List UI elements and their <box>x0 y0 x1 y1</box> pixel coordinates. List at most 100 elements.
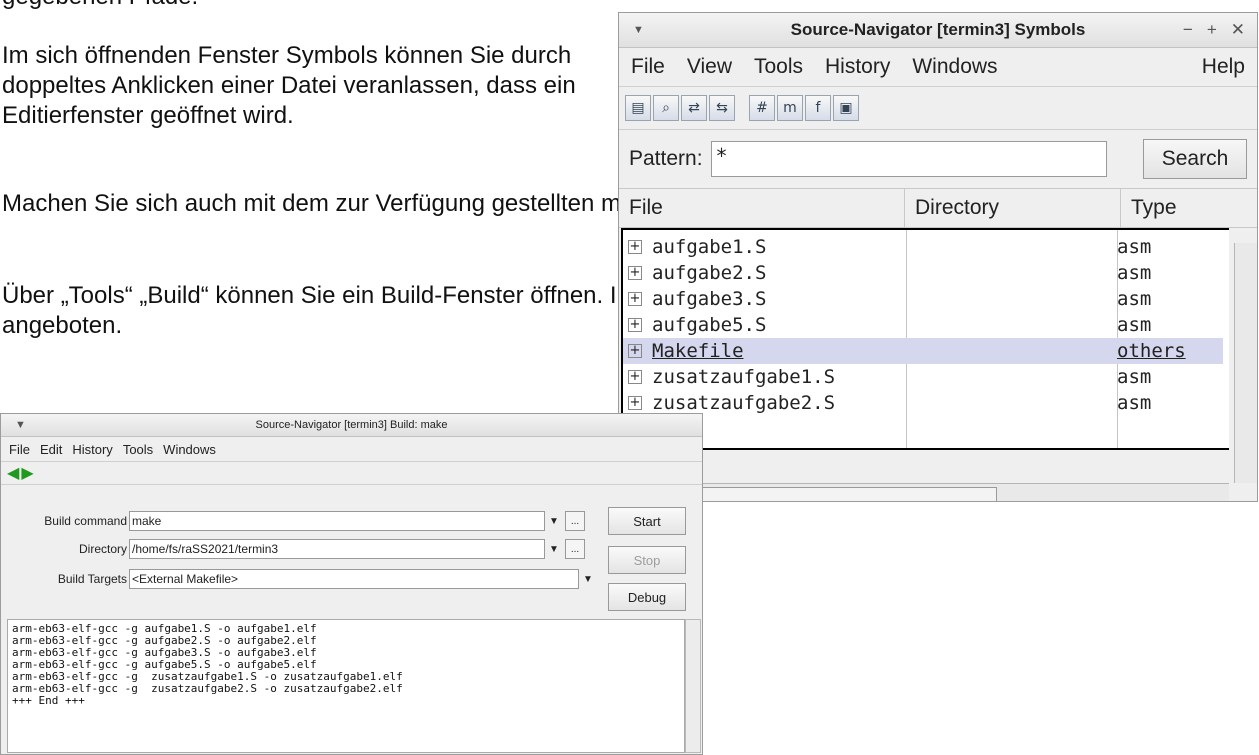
build-targets-label: Build Targets <box>57 572 127 586</box>
menu-help[interactable]: Help <box>1202 55 1245 79</box>
symbols-menubar: File View Tools History Windows Help <box>619 48 1257 87</box>
file-type: asm <box>1117 236 1152 258</box>
pattern-input[interactable]: * <box>710 141 1107 177</box>
list-item[interactable]: + aufgabe5.S asm <box>623 312 1223 338</box>
minimize-icon[interactable]: − <box>1183 20 1193 39</box>
window-menu-icon[interactable]: ▼ <box>633 13 644 47</box>
search-button[interactable]: Search <box>1143 139 1247 179</box>
list-item[interactable]: + aufgabe3.S asm <box>623 286 1223 312</box>
menu-edit[interactable]: Edit <box>40 442 62 457</box>
editor-icon[interactable]: ▣ <box>833 95 859 121</box>
directory-row: Directory /home/fs/raSS2021/termin3 ▼ ..… <box>1 538 585 560</box>
output-line: +++ End +++ <box>12 694 85 707</box>
doc-paragraph-1-text: Im sich öffnenden Fenster Symbols können… <box>2 42 576 129</box>
debug-button[interactable]: Debug <box>608 583 686 611</box>
menu-windows[interactable]: Windows <box>163 442 216 457</box>
menu-tools[interactable]: Tools <box>123 442 153 457</box>
file-name: zusatzaufgabe2.S <box>652 392 836 414</box>
menu-view[interactable]: View <box>687 55 732 79</box>
pattern-row: Pattern: * Search <box>619 130 1257 188</box>
file-type: asm <box>1117 392 1152 414</box>
xref-icon[interactable]: ⇄ <box>681 95 707 121</box>
expand-icon[interactable]: + <box>628 344 642 358</box>
build-window-title: Source-Navigator [termin3] Build: make <box>255 419 448 431</box>
file-type: asm <box>1117 314 1152 336</box>
symbols-toolbar: ▤ ⌕ ⇄ ⇆ # m f ▣ <box>619 87 1257 130</box>
chevron-down-icon[interactable]: ▼ <box>547 511 561 531</box>
hierarchy-icon[interactable]: ▤ <box>625 95 651 121</box>
build-targets-row: Build Targets <External Makefile> ▼ <box>1 568 595 590</box>
maximize-icon[interactable]: + <box>1207 20 1217 39</box>
symbol-list: + aufgabe1.S asm + aufgabe2.S asm + aufgabe3.… <box>621 228 1229 450</box>
class-icon[interactable]: m <box>777 95 803 121</box>
start-button[interactable]: Start <box>608 507 686 535</box>
file-type: others <box>1117 340 1186 362</box>
file-type: asm <box>1117 288 1152 310</box>
expand-icon[interactable]: + <box>628 396 642 410</box>
output-line: arm-eb63-elf-gcc -g zusatzaufgabe2.S -o … <box>12 682 403 695</box>
list-item[interactable]: + zusatzaufgabe2.S asm <box>623 390 1223 416</box>
function-icon[interactable]: f <box>805 95 831 121</box>
menu-file[interactable]: File <box>9 442 30 457</box>
doc-paragraph-symbols: Im sich öffnenden Fenster Symbols können… <box>2 41 602 131</box>
build-targets-select[interactable]: <External Makefile> <box>129 569 579 589</box>
pattern-label: Pattern: <box>629 147 703 170</box>
build-output-scrollbar[interactable] <box>685 619 701 753</box>
symbols-titlebar[interactable]: ▼ Source-Navigator [termin3] Symbols − + ✕ <box>619 13 1257 48</box>
column-headers: File Directory Type <box>619 188 1257 228</box>
symbols-window: ▼ Source-Navigator [termin3] Symbols − + ✕… <box>618 12 1258 502</box>
menu-file[interactable]: File <box>631 55 665 79</box>
expand-icon[interactable]: + <box>628 292 642 306</box>
grep-icon[interactable]: # <box>749 95 775 121</box>
expand-icon[interactable]: + <box>628 318 642 332</box>
build-menubar: File Edit History Tools Windows <box>1 437 702 462</box>
browse-button[interactable]: ... <box>565 539 585 559</box>
menu-history[interactable]: History <box>825 55 890 79</box>
list-item[interactable]: + aufgabe2.S asm <box>623 260 1223 286</box>
forward-arrow-icon[interactable]: ▶ <box>21 463 33 483</box>
stop-button[interactable]: Stop <box>608 546 686 574</box>
retriever-icon[interactable]: ⌕ <box>653 95 679 121</box>
column-type[interactable]: Type <box>1121 189 1237 227</box>
file-name: aufgabe1.S <box>652 236 767 258</box>
file-type: asm <box>1117 366 1152 388</box>
symbols-window-title: Source-Navigator [termin3] Symbols <box>790 20 1086 39</box>
directory-label: Directory <box>78 542 127 556</box>
build-titlebar[interactable]: ▼ Source-Navigator [termin3] Build: make <box>1 414 702 437</box>
close-icon[interactable]: ✕ <box>1231 20 1245 39</box>
chevron-down-icon[interactable]: ▼ <box>547 539 561 559</box>
symbol-list-horizontal-scrollbar[interactable] <box>621 483 1229 501</box>
menu-windows[interactable]: Windows <box>912 55 997 79</box>
window-controls: − + ✕ <box>1169 13 1245 47</box>
file-name: aufgabe2.S <box>652 262 767 284</box>
list-item-selected[interactable]: + Makefile others <box>623 338 1223 364</box>
file-name: aufgabe3.S <box>652 288 767 310</box>
file-name: Makefile <box>652 340 744 362</box>
build-command-label: Build command <box>44 514 127 528</box>
menu-tools[interactable]: Tools <box>754 55 803 79</box>
window-menu-icon[interactable]: ▼ <box>15 414 26 436</box>
menu-history[interactable]: History <box>72 442 112 457</box>
file-type: asm <box>1117 262 1152 284</box>
expand-icon[interactable]: + <box>628 266 642 280</box>
build-command-input[interactable]: make <box>129 511 545 531</box>
build-toolbar: ◀ ▶ <box>1 462 702 485</box>
build-window: ▼ Source-Navigator [termin3] Build: make… <box>0 413 703 755</box>
back-arrow-icon[interactable]: ◀ <box>7 463 19 483</box>
column-directory[interactable]: Directory <box>905 189 1121 227</box>
file-name: aufgabe5.S <box>652 314 767 336</box>
include-icon[interactable]: ⇆ <box>709 95 735 121</box>
list-item[interactable]: + zusatzaufgabe1.S asm <box>623 364 1223 390</box>
expand-icon[interactable]: + <box>628 370 642 384</box>
doc-cut-line: gegebenen Pfade. <box>2 0 198 12</box>
list-item[interactable]: + aufgabe1.S asm <box>623 234 1223 260</box>
build-command-row: Build command make ▼ ... <box>1 510 585 532</box>
directory-input[interactable]: /home/fs/raSS2021/termin3 <box>129 539 545 559</box>
column-file[interactable]: File <box>619 189 905 227</box>
symbol-list-vertical-scrollbar[interactable] <box>1234 243 1257 483</box>
expand-icon[interactable]: + <box>628 240 642 254</box>
chevron-down-icon[interactable]: ▼ <box>581 569 595 589</box>
browse-button[interactable]: ... <box>565 511 585 531</box>
build-output[interactable]: arm-eb63-elf-gcc -g aufgabe1.S -o aufgab… <box>7 619 685 753</box>
file-name: zusatzaufgabe1.S <box>652 366 836 388</box>
